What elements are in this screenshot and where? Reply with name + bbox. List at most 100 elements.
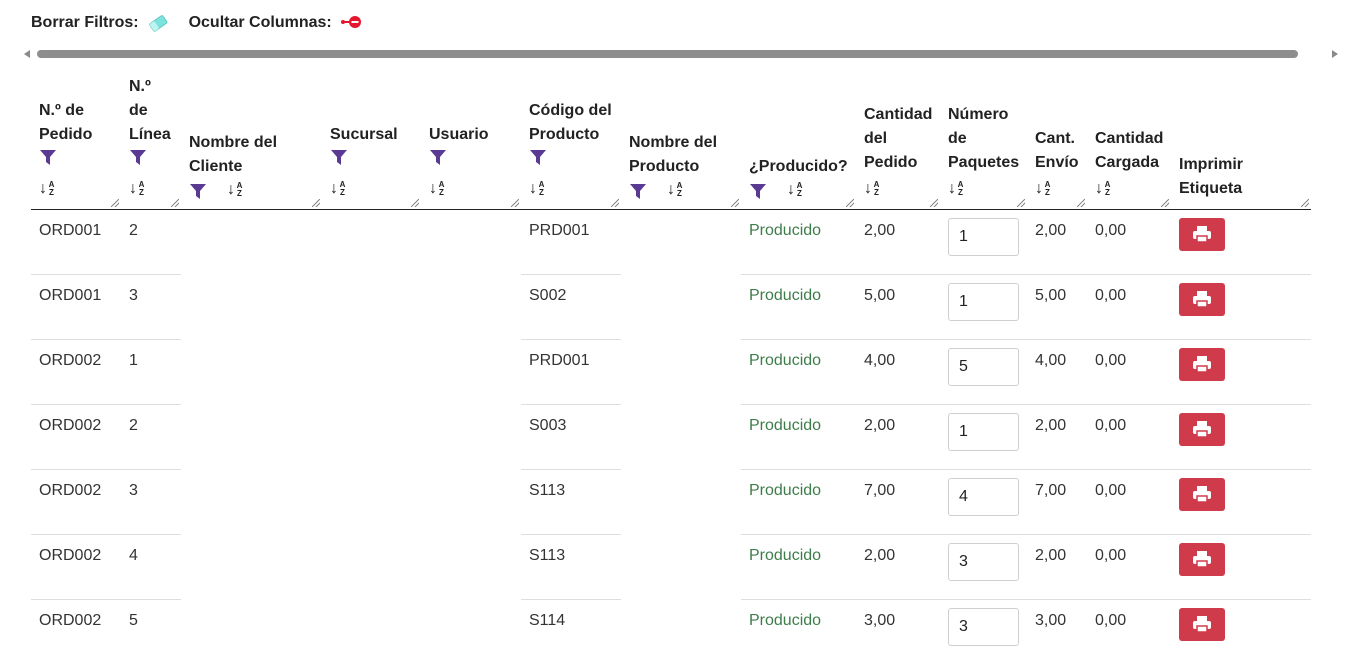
scroll-right-icon[interactable] xyxy=(1332,50,1338,58)
ship-quantity: 4,00 xyxy=(1035,351,1067,369)
client-name-cell xyxy=(181,209,322,274)
user-cell xyxy=(421,274,521,339)
column-header[interactable]: Cantidad del Pedido ↓ A Z xyxy=(856,66,940,210)
horizontal-scrollbar[interactable] xyxy=(22,46,1340,62)
loaded-quantity-cell: 0,00 xyxy=(1087,339,1171,405)
printer-icon xyxy=(1193,291,1211,308)
scroll-left-icon[interactable] xyxy=(24,50,30,58)
column-resize-handle[interactable] xyxy=(930,198,938,207)
filter-icon[interactable] xyxy=(129,149,147,167)
column-header[interactable]: Usuario ↓ A Z xyxy=(421,66,521,210)
sort-az-icon[interactable]: ↓ A Z xyxy=(529,178,545,200)
packages-input[interactable] xyxy=(948,607,1019,646)
column-resize-handle[interactable] xyxy=(1161,198,1169,207)
filter-icon[interactable] xyxy=(529,149,547,167)
print-label-button[interactable] xyxy=(1179,607,1225,641)
packages-input[interactable] xyxy=(948,217,1019,256)
filter-icon[interactable] xyxy=(429,149,447,167)
column-resize-handle[interactable] xyxy=(846,198,854,207)
filter-icon[interactable] xyxy=(330,149,348,167)
line-number-cell: 3 xyxy=(121,469,181,535)
sort-az-icon[interactable]: ↓ A Z xyxy=(948,178,964,200)
branch-cell xyxy=(322,404,421,469)
loaded-quantity-cell: 0,00 xyxy=(1087,599,1171,664)
loaded-quantity-cell: 0,00 xyxy=(1087,469,1171,535)
table-row: ORD001 2 PRD001 Producido 2,00 2,00 0,00 xyxy=(31,209,1311,275)
table-header-row: N.º de Pedido ↓ A Z N.º de Línea ↓ A Z Nombre de… xyxy=(31,66,1311,210)
column-header[interactable]: Imprimir Etiqueta xyxy=(1171,66,1311,210)
column-resize-handle[interactable] xyxy=(511,198,519,207)
packages-input[interactable] xyxy=(948,542,1019,581)
column-header[interactable]: Cant. Envío ↓ A Z xyxy=(1027,66,1087,210)
column-resize-handle[interactable] xyxy=(312,198,320,207)
produced-status: Producido xyxy=(749,286,822,304)
print-label-button[interactable] xyxy=(1179,477,1225,511)
user-cell xyxy=(421,209,521,274)
column-resize-handle[interactable] xyxy=(1077,198,1085,207)
column-header[interactable]: Código del Producto ↓ A Z xyxy=(521,66,621,210)
column-header[interactable]: ¿Producido? ↓ A Z xyxy=(741,66,856,210)
packages-input[interactable] xyxy=(948,282,1019,321)
packages-input[interactable] xyxy=(948,477,1019,516)
scroll-thumb[interactable] xyxy=(37,50,1298,58)
column-resize-handle[interactable] xyxy=(611,198,619,207)
packages-input[interactable] xyxy=(948,412,1019,451)
sort-az-icon[interactable]: ↓ A Z xyxy=(787,179,803,201)
packages-input[interactable] xyxy=(948,347,1019,386)
sort-az-icon[interactable]: ↓ A Z xyxy=(39,178,55,200)
column-resize-handle[interactable] xyxy=(731,198,739,207)
client-name-cell xyxy=(181,534,322,599)
column-header[interactable]: Nombre del Cliente ↓ A Z xyxy=(181,66,322,210)
print-label-button[interactable] xyxy=(1179,412,1225,446)
print-label-button[interactable] xyxy=(1179,542,1225,576)
column-header[interactable]: Número de Paquetes ↓ A Z xyxy=(940,66,1027,210)
sort-az-icon[interactable]: ↓ A Z xyxy=(1035,178,1051,200)
ship-quantity: 3,00 xyxy=(1035,611,1067,629)
column-resize-handle[interactable] xyxy=(111,198,119,207)
filter-icon[interactable] xyxy=(189,183,207,201)
sort-az-icon[interactable]: ↓ A Z xyxy=(864,178,880,200)
sort-az-icon[interactable]: ↓ A Z xyxy=(429,178,445,200)
print-label-button[interactable] xyxy=(1179,347,1225,381)
column-header-label: Imprimir Etiqueta xyxy=(1179,155,1244,197)
column-resize-handle[interactable] xyxy=(1017,198,1025,207)
print-label-button[interactable] xyxy=(1179,217,1225,251)
sort-az-icon[interactable]: ↓ A Z xyxy=(330,178,346,200)
eraser-icon[interactable] xyxy=(147,14,169,32)
print-label-cell xyxy=(1171,599,1311,664)
column-resize-handle[interactable] xyxy=(411,198,419,207)
line-number: 1 xyxy=(129,351,138,369)
table-row: ORD002 3 S113 Producido 7,00 7,00 0,00 xyxy=(31,469,1311,535)
column-header[interactable]: N.º de Línea ↓ A Z xyxy=(121,66,181,210)
table-row: ORD002 4 S113 Producido 2,00 2,00 0,00 xyxy=(31,534,1311,600)
column-header[interactable]: Nombre del Producto ↓ A Z xyxy=(621,66,741,210)
print-label-button[interactable] xyxy=(1179,282,1225,316)
filter-icon[interactable] xyxy=(629,183,647,201)
table-row: ORD001 3 S002 Producido 5,00 5,00 0,00 xyxy=(31,274,1311,340)
product-name-cell xyxy=(621,599,741,664)
column-resize-handle[interactable] xyxy=(171,198,179,207)
column-header[interactable]: Sucursal ↓ A Z xyxy=(322,66,421,210)
line-number: 2 xyxy=(129,416,138,434)
hide-columns-icon[interactable] xyxy=(340,15,362,31)
branch-cell xyxy=(322,534,421,599)
produced-status-cell: Producido xyxy=(741,534,856,600)
hide-columns-label: Ocultar Columnas: xyxy=(188,14,332,31)
client-name-cell xyxy=(181,339,322,404)
column-header[interactable]: Cantidad Cargada ↓ A Z xyxy=(1087,66,1171,210)
sort-az-icon[interactable]: ↓ A Z xyxy=(667,179,683,201)
produced-status: Producido xyxy=(749,416,822,434)
loaded-quantity: 0,00 xyxy=(1095,481,1127,499)
column-resize-handle[interactable] xyxy=(1301,198,1309,207)
order-number-cell: ORD002 xyxy=(31,339,121,405)
order-quantity-cell: 4,00 xyxy=(856,339,940,405)
sort-az-icon[interactable]: ↓ A Z xyxy=(227,179,243,201)
produced-status-cell: Producido xyxy=(741,209,856,275)
filter-icon[interactable] xyxy=(749,183,767,201)
line-number: 3 xyxy=(129,286,138,304)
ship-quantity: 7,00 xyxy=(1035,481,1067,499)
filter-icon[interactable] xyxy=(39,149,57,167)
sort-az-icon[interactable]: ↓ A Z xyxy=(129,178,145,200)
column-header[interactable]: N.º de Pedido ↓ A Z xyxy=(31,66,121,210)
sort-az-icon[interactable]: ↓ A Z xyxy=(1095,178,1111,200)
